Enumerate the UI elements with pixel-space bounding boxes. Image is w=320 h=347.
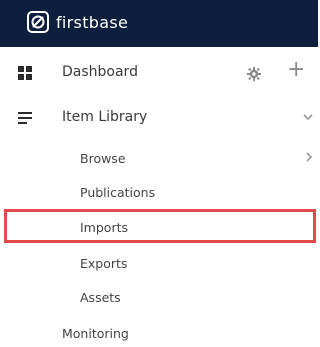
sidebar-subitem-label: Exports <box>80 256 128 271</box>
highlight-box <box>4 209 316 243</box>
grid-icon <box>18 66 32 80</box>
sidebar-subitem-label: Publications <box>80 185 156 200</box>
sidebar-item-label: Dashboard <box>62 64 138 80</box>
top-bar: firstbase <box>0 0 318 47</box>
sidebar-item-label: Monitoring <box>62 326 129 341</box>
sidebar-item-label: Item Library <box>62 109 148 125</box>
chevron-right-icon[interactable] <box>306 152 313 162</box>
sidebar-subitem-label: Browse <box>80 151 126 166</box>
brand-name[interactable]: firstbase <box>56 13 128 32</box>
gear-icon[interactable] <box>247 67 261 81</box>
plus-icon[interactable]: + <box>287 59 305 81</box>
firstbase-logo-icon <box>27 11 49 33</box>
chevron-down-icon[interactable] <box>303 113 313 121</box>
sidebar-subitem-label: Assets <box>80 290 121 305</box>
hamburger-icon <box>18 112 32 124</box>
